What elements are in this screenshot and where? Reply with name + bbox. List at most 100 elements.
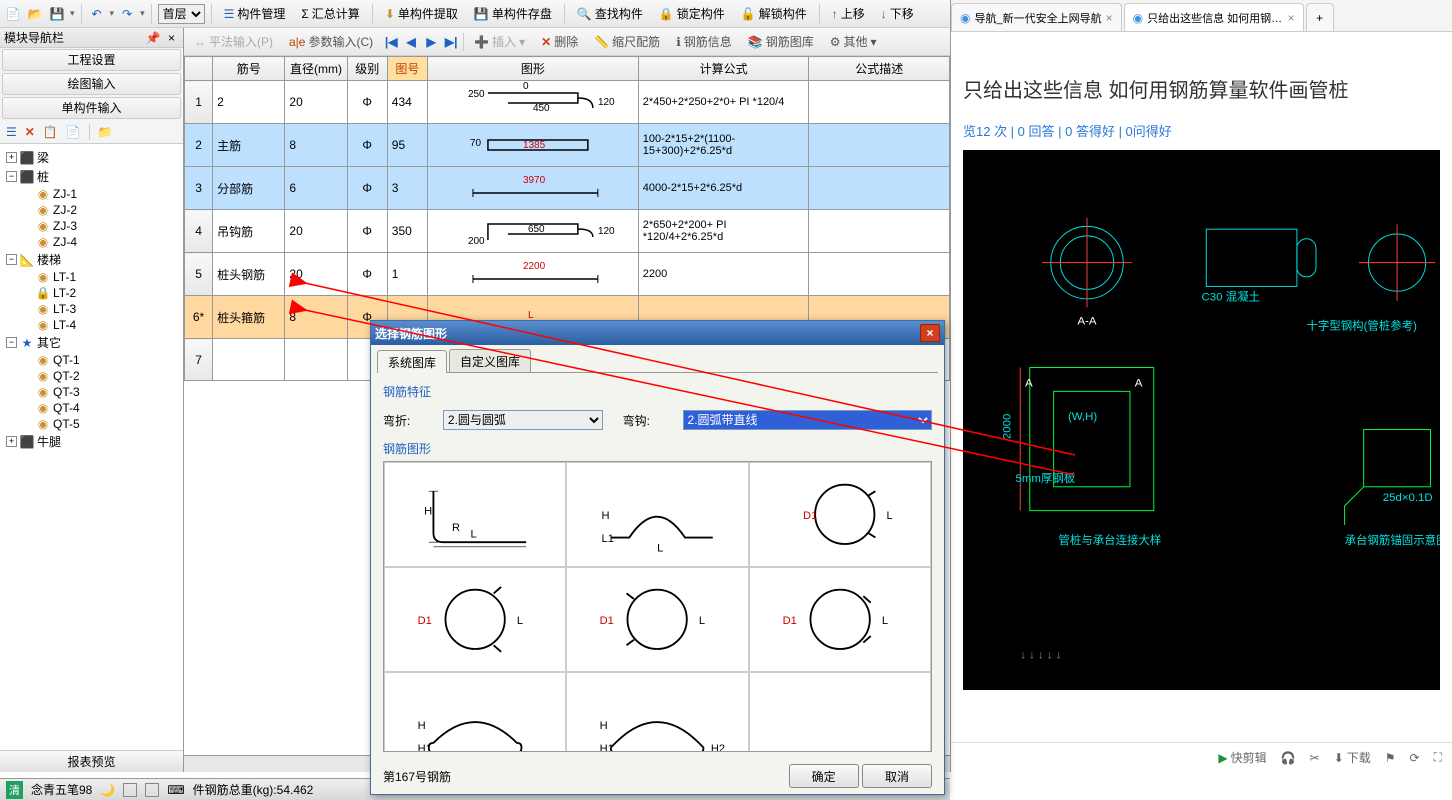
tree-node-ZJ-1[interactable]: ◉ZJ-1: [2, 186, 181, 202]
insert-button[interactable]: ➕ 插入 ▾: [468, 31, 531, 52]
save-component-button[interactable]: 💾单构件存盘: [468, 3, 558, 24]
scissors-icon[interactable]: ✂: [1310, 751, 1320, 765]
floor-select[interactable]: 首层: [158, 4, 205, 24]
bend-select[interactable]: 2.圆与圆弧: [443, 410, 603, 430]
table-row[interactable]: 5桩头钢筋20Φ122002200: [185, 253, 950, 296]
col-header[interactable]: 计算公式: [638, 57, 809, 81]
report-preview-button[interactable]: 报表预览: [0, 750, 183, 772]
tree-node-梁[interactable]: +⬛梁: [2, 148, 181, 167]
quickcut-button[interactable]: ▶快剪辑: [1218, 749, 1266, 766]
shape-option[interactable]: D1L: [384, 567, 566, 672]
move-down-button[interactable]: ↓下移: [875, 3, 920, 24]
col-header[interactable]: 图号: [387, 57, 427, 81]
undo-icon[interactable]: ↶: [88, 5, 106, 23]
restore-icon[interactable]: ⟳: [1410, 751, 1420, 765]
download-button[interactable]: ⬇ 下载: [1334, 749, 1371, 766]
dialog-close-button[interactable]: ×: [920, 324, 940, 342]
shape-option[interactable]: D1L: [749, 567, 931, 672]
browser-page[interactable]: 只给出这些信息 如何用钢筋算量软件画管桩 览12 次 | 0 回答 | 0 答得…: [951, 32, 1452, 742]
sidebar-close-icon[interactable]: ×: [164, 31, 179, 45]
component-manage-button[interactable]: ☰构件管理: [218, 3, 292, 24]
tree-node-ZJ-2[interactable]: ◉ZJ-2: [2, 202, 181, 218]
tree-node-LT-1[interactable]: ◉LT-1: [2, 269, 181, 285]
move-up-button[interactable]: ↑上移: [826, 3, 871, 24]
flat-input-button[interactable]: ↔ 平法输入(P): [188, 31, 279, 52]
ime-keyboard-icon[interactable]: ⌨: [167, 783, 184, 797]
flag-icon[interactable]: ⚑: [1385, 751, 1396, 765]
headphone-icon[interactable]: 🎧: [1281, 751, 1296, 765]
save-icon[interactable]: 💾: [48, 5, 66, 23]
tree-node-桩[interactable]: −⬛桩: [2, 167, 181, 186]
ime-indicator[interactable]: 清: [6, 781, 23, 799]
pin-icon[interactable]: 📌: [146, 31, 161, 45]
system-lib-tab[interactable]: 系统图库: [377, 350, 447, 373]
tree-node-ZJ-4[interactable]: ◉ZJ-4: [2, 234, 181, 250]
hook-select[interactable]: 2.圆弧带直线: [683, 410, 932, 430]
unlock-button[interactable]: 🔓解锁构件: [735, 3, 813, 24]
tree-node-QT-5[interactable]: ◉QT-5: [2, 416, 181, 432]
col-header[interactable]: 级别: [347, 57, 387, 81]
drawing-input-button[interactable]: 绘图输入: [2, 73, 181, 95]
expand-icon[interactable]: ⛶: [1434, 750, 1442, 765]
col-header[interactable]: [185, 57, 213, 81]
other-button[interactable]: ⚙ 其他 ▾: [824, 31, 883, 52]
find-button[interactable]: 🔍查找构件: [571, 3, 649, 24]
custom-lib-tab[interactable]: 自定义图库: [449, 349, 531, 372]
scale-button[interactable]: 📏 缩尺配筋: [588, 31, 666, 52]
last-icon[interactable]: ▶|: [443, 34, 459, 50]
first-icon[interactable]: |◀: [383, 34, 399, 50]
new-icon[interactable]: 📄: [4, 5, 22, 23]
tab-close-icon[interactable]: ×: [1106, 11, 1113, 25]
paste-icon[interactable]: 📄: [66, 125, 81, 139]
shape-option[interactable]: D1L: [566, 567, 748, 672]
table-row[interactable]: 2主筋8Φ95701385100-2*15+2*(1100-15+300)+2*…: [185, 124, 950, 167]
tree-node-QT-1[interactable]: ◉QT-1: [2, 352, 181, 368]
next-icon[interactable]: ▶: [423, 34, 439, 50]
tree-node-LT-4[interactable]: ◉LT-4: [2, 317, 181, 333]
shape-option[interactable]: LHR: [384, 462, 566, 567]
cancel-button[interactable]: 取消: [862, 764, 932, 788]
col-header[interactable]: 图形: [427, 57, 638, 81]
delete-x-icon[interactable]: ✕: [25, 125, 35, 139]
tree-node-LT-2[interactable]: 🔒LT-2: [2, 285, 181, 301]
ime-toggle-2[interactable]: [145, 783, 159, 797]
dialog-titlebar[interactable]: 选择钢筋图形 ×: [371, 321, 944, 345]
col-header[interactable]: 筋号: [213, 57, 285, 81]
redo-icon[interactable]: ↷: [118, 5, 136, 23]
folder-icon[interactable]: 📁: [98, 125, 113, 139]
tree-node-QT-3[interactable]: ◉QT-3: [2, 384, 181, 400]
open-icon[interactable]: 📂: [26, 5, 44, 23]
ime-toggle-1[interactable]: [123, 783, 137, 797]
col-header[interactable]: 直径(mm): [285, 57, 347, 81]
shape-option[interactable]: HH1L: [384, 672, 566, 752]
tree-node-QT-4[interactable]: ◉QT-4: [2, 400, 181, 416]
tree-node-楼梯[interactable]: −📐楼梯: [2, 250, 181, 269]
rebar-lib-button[interactable]: 📚 钢筋图库: [742, 31, 820, 52]
col-header[interactable]: 公式描述: [809, 57, 950, 81]
lock-button[interactable]: 🔒锁定构件: [653, 3, 731, 24]
shape-option[interactable]: HH1H2L: [566, 672, 748, 752]
delete-button[interactable]: ✕ 删除: [535, 31, 584, 52]
browser-tab[interactable]: ◉导航_新一代安全上网导航×: [951, 3, 1122, 31]
list-icon[interactable]: ☰: [6, 125, 17, 139]
extract-button[interactable]: ⬇单构件提取: [379, 3, 464, 24]
tree-node-其它[interactable]: −★其它: [2, 333, 181, 352]
shape-option[interactable]: [749, 672, 931, 752]
shape-option[interactable]: D1L: [749, 462, 931, 567]
project-settings-button[interactable]: 工程设置: [2, 49, 181, 71]
sum-calc-button[interactable]: Σ汇总计算: [295, 3, 365, 24]
browser-tab[interactable]: ◉只给出这些信息 如何用钢筋算量×: [1124, 3, 1304, 31]
single-component-button[interactable]: 单构件输入: [2, 97, 181, 119]
table-row[interactable]: 4吊钩筋20Φ3502006501202*650+2*200+ PI *120/…: [185, 210, 950, 253]
tree-node-牛腿[interactable]: +⬛牛腿: [2, 432, 181, 451]
new-tab-button[interactable]: +: [1306, 3, 1334, 31]
prev-icon[interactable]: ◀: [403, 34, 419, 50]
ok-button[interactable]: 确定: [789, 764, 859, 788]
ime-moon-icon[interactable]: 🌙: [100, 783, 115, 797]
tab-close-icon[interactable]: ×: [1288, 11, 1295, 25]
param-input-button[interactable]: a|e 参数输入(C): [283, 31, 379, 52]
copy-icon[interactable]: 📋: [43, 125, 58, 139]
tree-node-LT-3[interactable]: ◉LT-3: [2, 301, 181, 317]
rebar-info-button[interactable]: ℹ 钢筋信息: [670, 31, 738, 52]
shape-option[interactable]: HL1L: [566, 462, 748, 567]
